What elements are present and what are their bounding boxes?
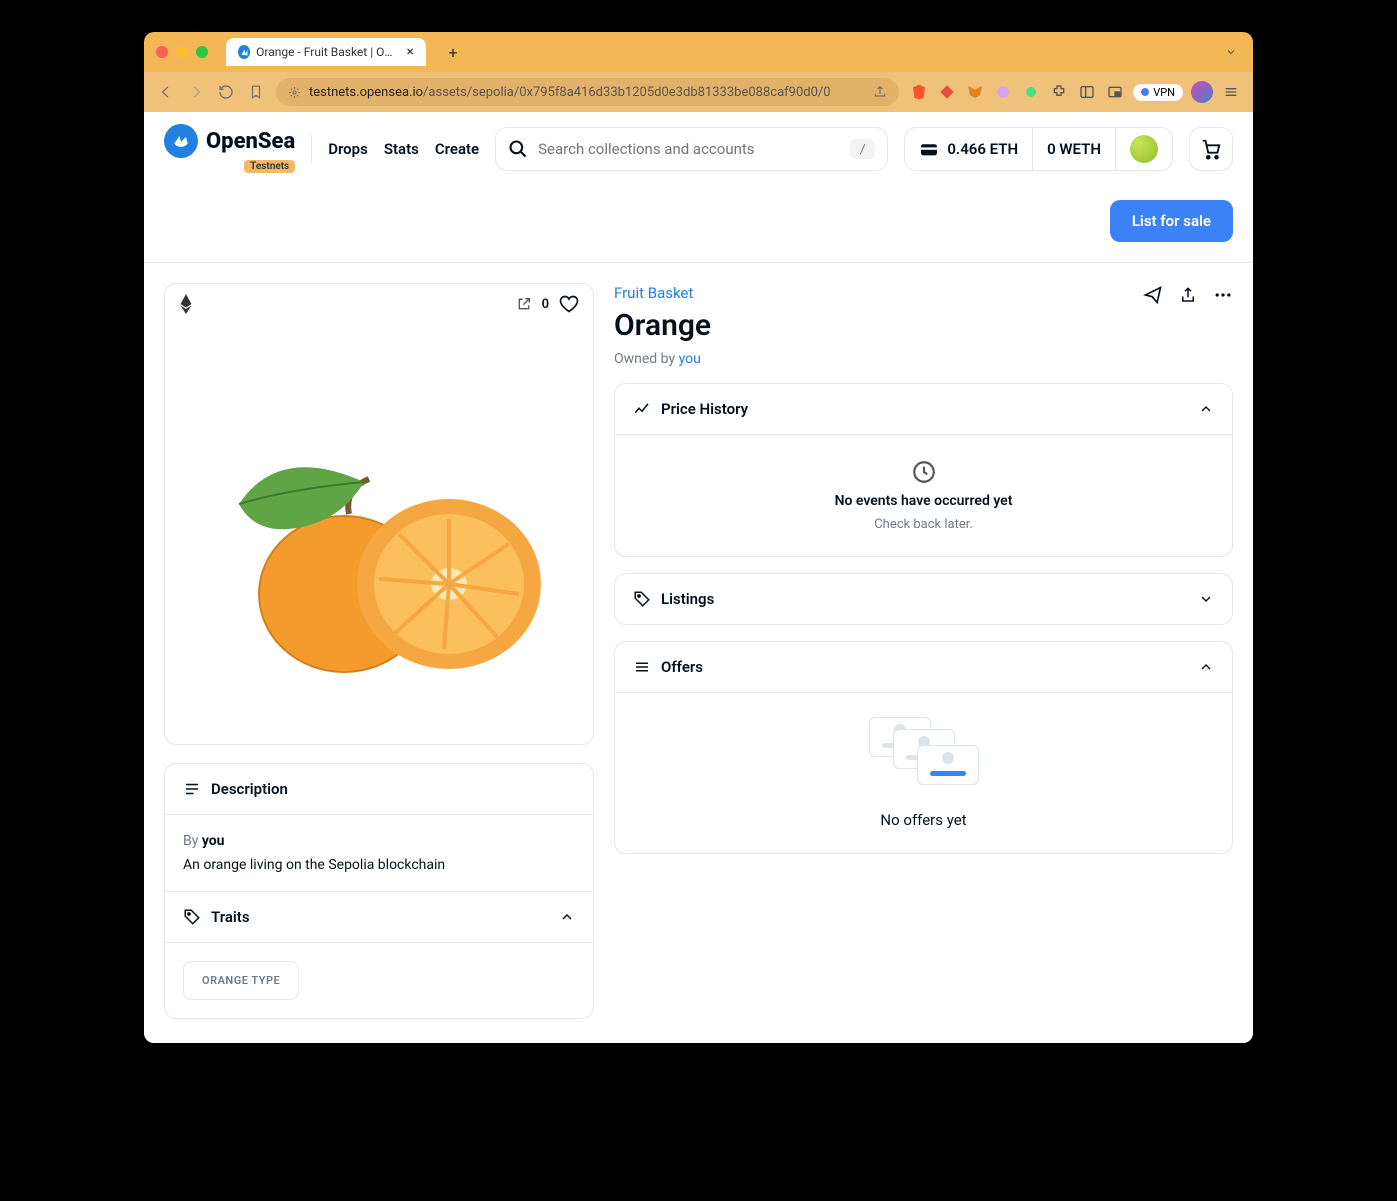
testnets-badge: Testnets [244, 160, 295, 173]
nav-back-button[interactable] [156, 82, 176, 102]
address-bar[interactable]: testnets.opensea.io/assets/sepolia/0x795… [276, 78, 899, 106]
price-history-header[interactable]: Price History [615, 384, 1232, 434]
price-history-title: Price History [661, 400, 748, 418]
pip-icon[interactable] [1105, 82, 1125, 102]
search-icon [508, 139, 528, 159]
extension-icon-2[interactable] [1021, 82, 1041, 102]
traits-title: Traits [211, 908, 250, 926]
browser-tab[interactable]: Orange - Fruit Basket | OpenSe × [226, 38, 426, 66]
open-original-icon[interactable] [516, 296, 532, 312]
offers-title: Offers [661, 658, 703, 676]
listings-title: Listings [661, 590, 714, 608]
price-history-empty-sub: Check back later. [874, 517, 973, 532]
window-close-button[interactable] [156, 46, 168, 58]
url-text: testnets.opensea.io/assets/sepolia/0x795… [309, 85, 865, 100]
nft-image[interactable] [165, 324, 593, 744]
bookmark-icon[interactable] [246, 82, 266, 102]
sidebar-toggle-icon[interactable] [1077, 82, 1097, 102]
favorite-icon[interactable] [559, 294, 579, 314]
nav-reload-button[interactable] [216, 82, 236, 102]
extension-shield-icon[interactable] [937, 82, 957, 102]
page-content: OpenSea Testnets Drops Stats Create / 0.… [144, 112, 1253, 1043]
offers-card: Offers No offers yet [614, 641, 1233, 854]
price-history-empty-title: No events have occurred yet [835, 493, 1013, 509]
price-tag-icon [633, 590, 651, 608]
clock-icon [911, 459, 937, 485]
lock-icon [288, 86, 301, 99]
description-title: Description [211, 780, 288, 798]
send-icon[interactable] [1143, 285, 1163, 305]
chevron-up-icon [1198, 659, 1214, 675]
action-bar: List for sale [144, 186, 1253, 263]
search-input[interactable] [538, 140, 840, 158]
nav-link-create[interactable]: Create [435, 140, 479, 158]
wallet-icon [919, 141, 939, 157]
vpn-badge[interactable]: VPN [1133, 84, 1183, 101]
extension-metamask-icon[interactable] [965, 82, 985, 102]
collection-link[interactable]: Fruit Basket [614, 284, 693, 302]
tab-close-icon[interactable]: × [407, 44, 414, 60]
tab-favicon-icon [238, 45, 250, 59]
cart-button[interactable] [1189, 127, 1233, 171]
brand-name: OpenSea [206, 129, 295, 154]
vpn-status-dot [1141, 88, 1149, 96]
logo[interactable]: OpenSea Testnets [164, 124, 295, 173]
tab-title: Orange - Fruit Basket | OpenSe [256, 45, 396, 59]
chevron-down-icon [1198, 591, 1214, 607]
opensea-logo-icon [164, 124, 198, 158]
eth-icon [179, 294, 193, 314]
extension-brave-icon[interactable] [909, 82, 929, 102]
search-kbd-hint: / [850, 139, 875, 159]
browser-menu-icon[interactable] [1221, 82, 1241, 102]
browser-toolbar: testnets.opensea.io/assets/sepolia/0x795… [144, 72, 1253, 112]
site-nav: OpenSea Testnets Drops Stats Create / 0.… [144, 112, 1253, 186]
offers-empty-illustration [869, 717, 979, 797]
description-card: Description By you An orange living on t… [164, 763, 594, 1019]
eth-balance: 0.466 ETH [947, 140, 1018, 158]
share-icon[interactable] [1179, 285, 1197, 305]
nav-link-stats[interactable]: Stats [384, 140, 419, 158]
offers-empty-text: No offers yet [880, 811, 966, 829]
new-tab-button[interactable]: + [442, 41, 464, 63]
wallet-avatar [1130, 135, 1158, 163]
tabs-dropdown-icon[interactable] [1221, 42, 1241, 62]
chevron-up-icon [559, 909, 575, 925]
extensions-menu-icon[interactable] [1049, 82, 1069, 102]
search-box[interactable]: / [495, 127, 888, 171]
nav-link-drops[interactable]: Drops [328, 140, 368, 158]
trait-chip[interactable]: ORANGE TYPE [183, 961, 299, 1000]
price-history-card: Price History No events have occurred ye… [614, 383, 1233, 557]
likes-count: 0 [542, 297, 549, 312]
browser-titlebar: Orange - Fruit Basket | OpenSe × + [144, 32, 1253, 72]
listings-card: Listings [614, 573, 1233, 625]
traits-header[interactable]: Traits [165, 891, 593, 942]
wallet-widget[interactable]: 0.466 ETH 0 WETH [904, 127, 1173, 171]
owned-by-label: Owned by [614, 351, 679, 367]
description-icon [183, 780, 201, 798]
chevron-up-icon [1198, 401, 1214, 417]
weth-balance: 0 WETH [1047, 140, 1101, 158]
description-text: An orange living on the Sepolia blockcha… [183, 857, 575, 873]
description-by-name[interactable]: you [202, 833, 225, 849]
offers-header[interactable]: Offers [615, 642, 1232, 692]
window-minimize-button[interactable] [176, 46, 188, 58]
description-by-label: By [183, 833, 202, 849]
window-maximize-button[interactable] [196, 46, 208, 58]
description-header[interactable]: Description [165, 764, 593, 814]
tag-icon [183, 908, 201, 926]
chart-icon [633, 400, 651, 418]
more-icon[interactable] [1213, 285, 1233, 305]
list-icon [633, 658, 651, 676]
list-for-sale-button[interactable]: List for sale [1110, 200, 1233, 242]
owned-by-link[interactable]: you [679, 351, 701, 367]
nav-divider [311, 135, 312, 163]
nft-image-card: 0 [164, 283, 594, 745]
share-url-icon[interactable] [873, 85, 887, 99]
listings-header[interactable]: Listings [615, 574, 1232, 624]
browser-profile-avatar[interactable] [1191, 81, 1213, 103]
extension-icon-1[interactable] [993, 82, 1013, 102]
item-title: Orange [614, 308, 711, 343]
nav-forward-button[interactable] [186, 82, 206, 102]
